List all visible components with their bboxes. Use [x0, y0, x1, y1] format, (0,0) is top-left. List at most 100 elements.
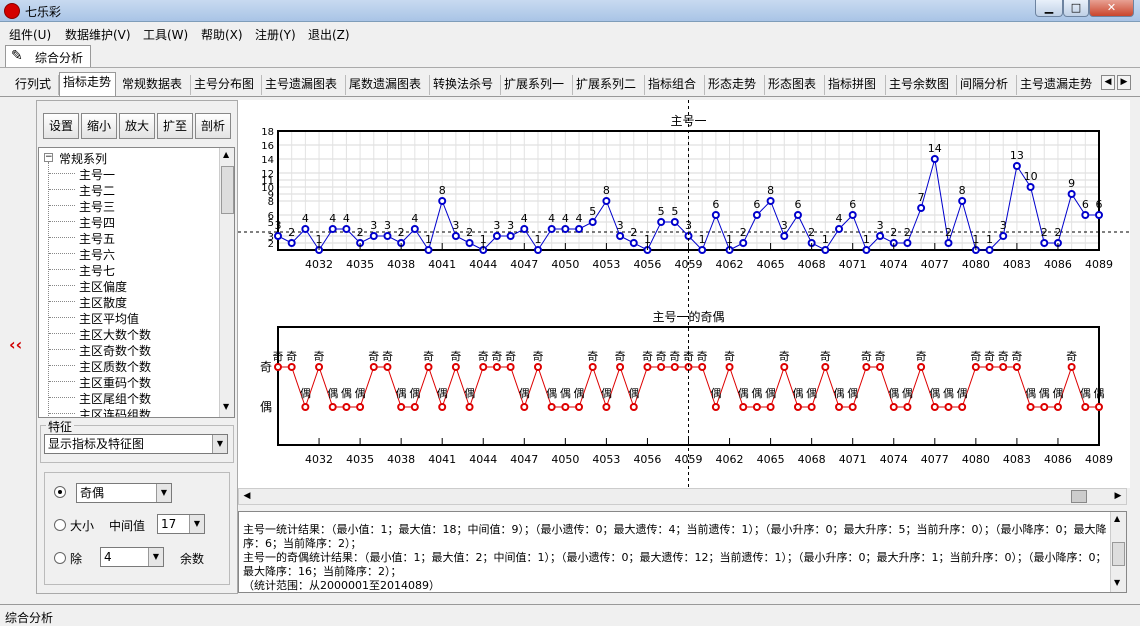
- tab-pattern-trend[interactable]: 形态走势: [705, 75, 765, 95]
- tree-item[interactable]: 主区重码个数: [79, 374, 151, 391]
- tree-item[interactable]: 主区奇数个数: [79, 342, 151, 359]
- size-radio[interactable]: [54, 519, 66, 531]
- tree-item[interactable]: 主号四: [79, 214, 115, 231]
- data-label: 5: [589, 205, 596, 218]
- chevron-down-icon[interactable]: ▼: [212, 435, 227, 453]
- tree-scrollbar[interactable]: ▲ ▼: [219, 148, 234, 417]
- chevron-down-icon[interactable]: ▼: [156, 484, 171, 502]
- document-tab[interactable]: ✎ 综合分析: [5, 45, 91, 67]
- data-label: 奇: [273, 350, 284, 363]
- tree-expander-icon[interactable]: −: [44, 153, 53, 162]
- tab-scroll-left-icon[interactable]: ◀: [1101, 75, 1115, 90]
- scroll-up-icon[interactable]: ▲: [1114, 514, 1120, 523]
- menu-help[interactable]: 帮助(X): [201, 26, 243, 43]
- chevron-down-icon[interactable]: ▼: [189, 515, 204, 533]
- data-label: 偶: [943, 387, 954, 400]
- settings-button[interactable]: 设置: [43, 113, 79, 139]
- tab-main-omission-trend[interactable]: 主号遗漏走势: [1017, 75, 1099, 95]
- tree-item[interactable]: 主号七: [79, 262, 115, 279]
- menu-register[interactable]: 注册(Y): [255, 26, 296, 43]
- statistics-scroll-thumb[interactable]: [1112, 542, 1125, 566]
- divisor-select[interactable]: 4 ▼: [100, 547, 164, 567]
- maximize-button[interactable]: □: [1063, 0, 1089, 17]
- data-label: 奇: [820, 350, 831, 363]
- parity-select[interactable]: 奇偶 ▼: [76, 483, 172, 503]
- analyze-button[interactable]: 剖析: [195, 113, 231, 139]
- minimize-button[interactable]: ▁: [1035, 0, 1063, 17]
- menu-exit[interactable]: 退出(Z): [308, 26, 350, 43]
- tree-item[interactable]: 主区质数个数: [79, 358, 151, 375]
- collapse-panel-button[interactable]: ‹‹: [9, 335, 22, 354]
- parity-radio[interactable]: [54, 486, 66, 498]
- data-point: [438, 403, 447, 411]
- chart-horizontal-scrollbar[interactable]: ◀ ▶: [238, 488, 1127, 505]
- data-point: [369, 363, 378, 371]
- tab-main-omission-chart[interactable]: 主号遗漏图表: [262, 75, 346, 95]
- data-point: [889, 403, 898, 411]
- scroll-right-icon[interactable]: ▶: [1110, 489, 1126, 504]
- tree-scroll-thumb[interactable]: [221, 166, 234, 214]
- scroll-down-icon[interactable]: ▼: [1114, 578, 1120, 587]
- x-tick-label: 4035: [346, 258, 374, 271]
- feature-mode-select[interactable]: 显示指标及特征图 ▼: [44, 434, 228, 454]
- data-label: 9: [1068, 177, 1075, 190]
- tab-indicator-combo[interactable]: 指标组合: [645, 75, 705, 95]
- tab-indicator-trend[interactable]: 指标走势: [59, 72, 116, 96]
- data-point: [424, 363, 433, 371]
- divide-radio[interactable]: [54, 552, 66, 564]
- tab-tail-omission-chart[interactable]: 尾数遗漏图表: [346, 75, 430, 95]
- data-point: [807, 403, 816, 411]
- data-label: 3: [507, 219, 514, 232]
- tab-interval-analysis[interactable]: 间隔分析: [957, 75, 1017, 95]
- document-tab-label: 综合分析: [35, 51, 84, 65]
- menu-tools[interactable]: 工具(W): [143, 26, 188, 43]
- data-label: 3: [384, 219, 391, 232]
- tree-item[interactable]: 主号二: [79, 182, 115, 199]
- tree-item[interactable]: 主区连码组数: [79, 406, 151, 417]
- menu-component[interactable]: 组件(U): [9, 26, 51, 43]
- tree-item[interactable]: 主号六: [79, 246, 115, 263]
- scroll-down-icon[interactable]: ▼: [223, 402, 229, 411]
- chevron-down-icon[interactable]: ▼: [148, 548, 163, 566]
- tab-main-remainder[interactable]: 主号余数图: [886, 75, 957, 95]
- tab-conversion-kill[interactable]: 转换法杀号: [430, 75, 501, 95]
- tab-main-distribution[interactable]: 主号分布图: [191, 75, 262, 95]
- data-label: 奇: [642, 350, 653, 363]
- data-point: [602, 403, 611, 411]
- tree-item[interactable]: 主号三: [79, 198, 115, 215]
- tree-item[interactable]: 主号一: [79, 166, 115, 183]
- tree-root[interactable]: 常规系列: [59, 150, 107, 167]
- data-point: [670, 218, 679, 226]
- zoom-in-button[interactable]: 放大: [119, 113, 155, 139]
- data-point: [383, 363, 392, 371]
- chart-area: 主号一23568910111214161832414 423 324183213 34…: [238, 100, 1130, 488]
- expand-button[interactable]: 扩至: [157, 113, 193, 139]
- tree-item[interactable]: 主区散度: [79, 294, 127, 311]
- scroll-up-icon[interactable]: ▲: [223, 150, 229, 159]
- data-point: [944, 403, 953, 411]
- tab-extended-series-1[interactable]: 扩展系列一: [501, 75, 573, 95]
- tree-item[interactable]: 主号五: [79, 230, 115, 247]
- data-label: 偶: [834, 387, 845, 400]
- statistics-scrollbar[interactable]: ▲ ▼: [1110, 512, 1126, 592]
- tab-extended-series-2[interactable]: 扩展系列二: [573, 75, 645, 95]
- tab-scroll-right-icon[interactable]: ▶: [1117, 75, 1131, 90]
- menu-data-maintenance[interactable]: 数据维护(V): [65, 26, 131, 43]
- tree-item[interactable]: 主区平均值: [79, 310, 139, 327]
- x-tick-label: 4065: [757, 453, 785, 466]
- tab-regular-table[interactable]: 常规数据表: [119, 75, 191, 95]
- zoom-out-button[interactable]: 缩小: [81, 113, 117, 139]
- close-button[interactable]: ✕: [1089, 0, 1134, 17]
- tree-item[interactable]: 主区尾组个数: [79, 390, 151, 407]
- tab-indicator-puzzle[interactable]: 指标拼图: [825, 75, 886, 95]
- data-point: [793, 211, 802, 219]
- tab-determinant[interactable]: 行列式: [12, 75, 59, 95]
- x-tick-label: 4047: [510, 453, 538, 466]
- tab-pattern-chart[interactable]: 形态图表: [765, 75, 825, 95]
- x-tick-label: 4047: [510, 258, 538, 271]
- median-select[interactable]: 17 ▼: [157, 514, 205, 534]
- chart-scroll-thumb[interactable]: [1071, 490, 1087, 503]
- tree-item[interactable]: 主区偏度: [79, 278, 127, 295]
- scroll-left-icon[interactable]: ◀: [239, 489, 255, 504]
- tree-item[interactable]: 主区大数个数: [79, 326, 151, 343]
